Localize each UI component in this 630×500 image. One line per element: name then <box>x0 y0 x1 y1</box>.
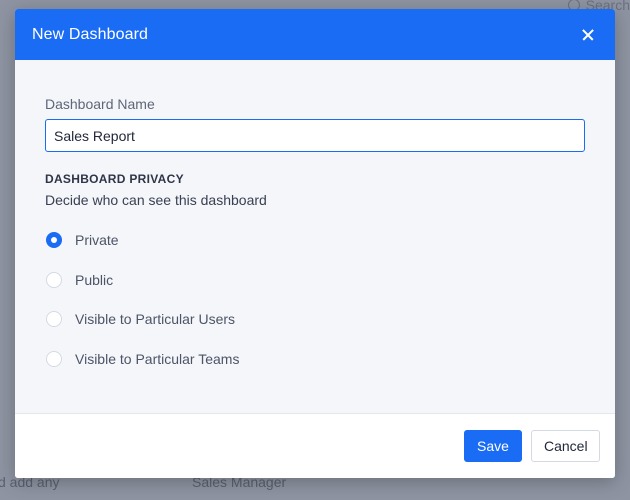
new-dashboard-modal: New Dashboard Dashboard Name DASHBOARD P… <box>15 9 615 478</box>
cancel-button[interactable]: Cancel <box>531 430 600 462</box>
privacy-option-public[interactable]: Public <box>45 270 585 290</box>
privacy-option-label: Private <box>75 232 119 248</box>
radio-button[interactable] <box>46 311 62 327</box>
radio-button[interactable] <box>46 271 62 288</box>
modal-body: Dashboard Name DASHBOARD PRIVACY Decide … <box>15 60 615 413</box>
close-icon[interactable] <box>578 25 598 45</box>
modal-footer: Save Cancel <box>15 413 615 478</box>
privacy-option-label: Public <box>75 271 114 288</box>
privacy-section-description: Decide who can see this dashboard <box>45 192 267 208</box>
dashboard-name-input[interactable] <box>45 119 585 152</box>
dashboard-name-label: Dashboard Name <box>45 96 155 112</box>
radio-button[interactable] <box>46 350 62 367</box>
privacy-section-title: DASHBOARD PRIVACY <box>45 172 184 186</box>
radio-button-checked[interactable] <box>46 232 62 248</box>
privacy-option-private[interactable]: Private <box>45 230 585 250</box>
modal-header: New Dashboard <box>15 9 615 60</box>
modal-title: New Dashboard <box>32 25 149 43</box>
privacy-options: Private Public Visible to Particular Use… <box>45 230 585 369</box>
privacy-option-label: Visible to Particular Teams <box>75 350 240 367</box>
privacy-option-particular-users[interactable]: Visible to Particular Users <box>45 309 585 329</box>
privacy-option-particular-teams[interactable]: Visible to Particular Teams <box>45 349 585 369</box>
privacy-option-label: Visible to Particular Users <box>75 311 236 327</box>
save-button[interactable]: Save <box>464 430 522 462</box>
